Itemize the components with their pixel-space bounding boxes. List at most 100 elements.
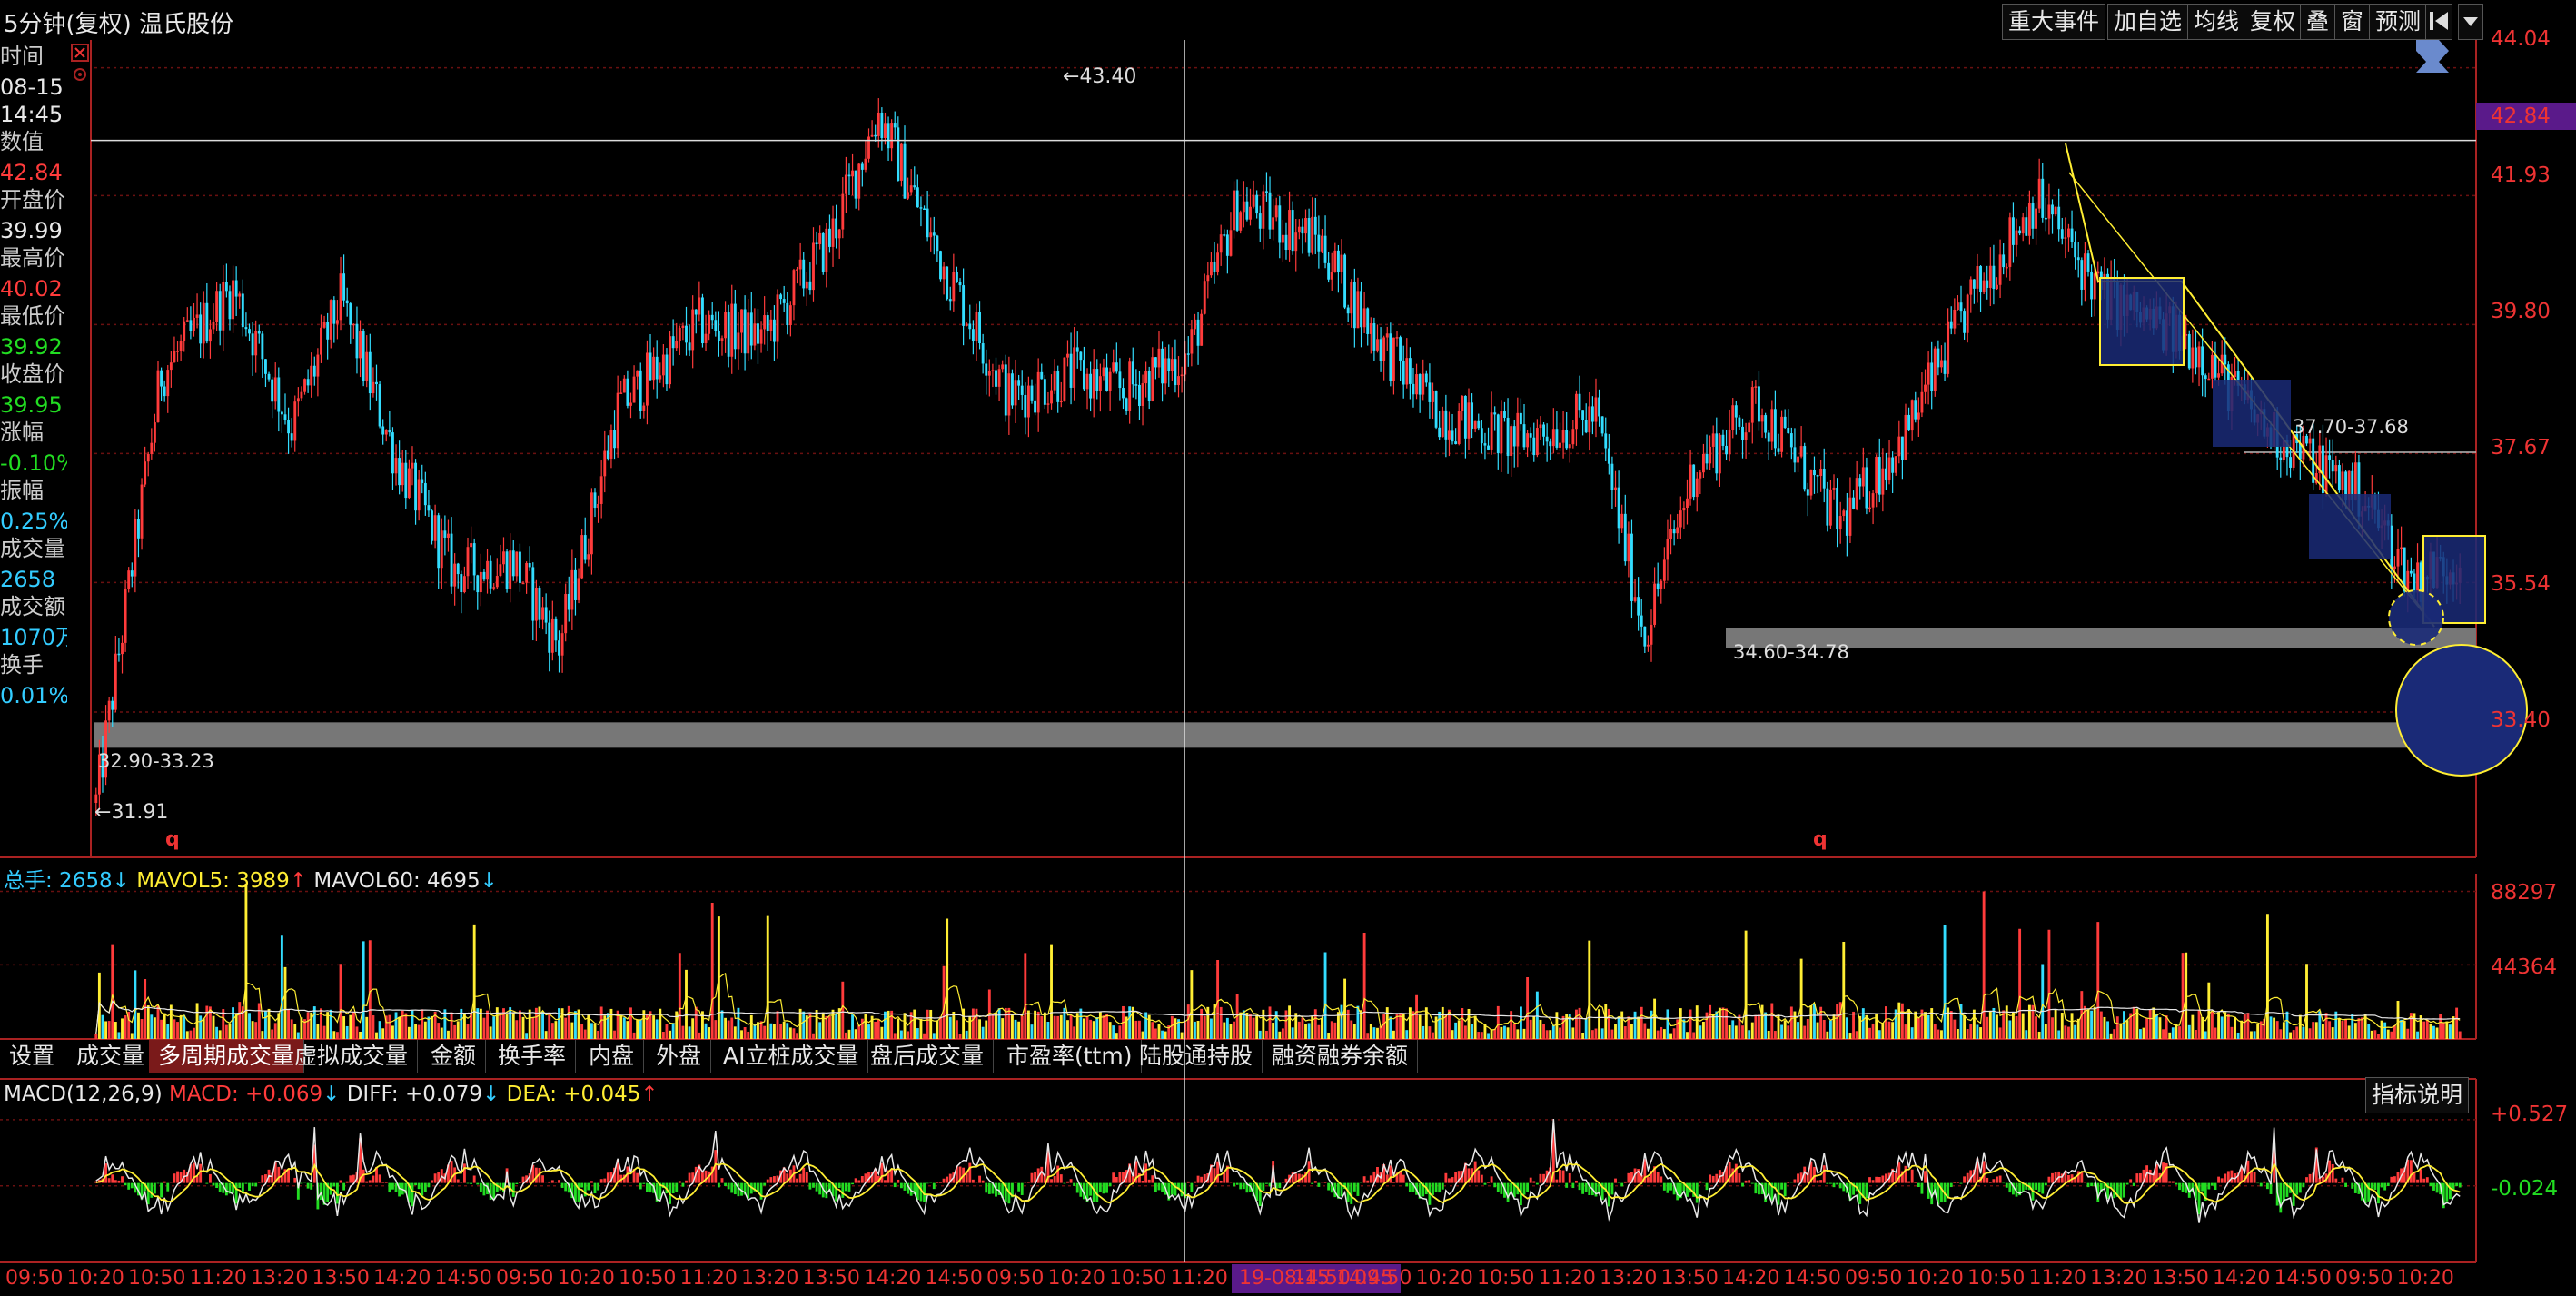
candle-body	[244, 327, 248, 330]
indicator-tab[interactable]: 市盈率(ttm)	[997, 1040, 1143, 1073]
candle-body	[1510, 426, 1513, 457]
candle-body	[574, 569, 577, 600]
candle-body	[1998, 254, 2002, 285]
candle-body	[786, 302, 789, 326]
candle-body	[694, 309, 698, 315]
macd-value: MACD: +0.069	[169, 1083, 323, 1106]
candle-body	[1304, 218, 1307, 234]
candle-body	[2012, 217, 2015, 245]
candle-body	[1402, 361, 1405, 385]
indicator-help-button[interactable]: 指标说明	[2365, 1077, 2470, 1113]
candle-body	[232, 280, 234, 320]
candle-body	[1134, 384, 1138, 386]
candle-body	[1861, 467, 1865, 487]
candle-body	[1265, 191, 1268, 193]
candle-body	[1598, 397, 1601, 417]
candle-body	[1278, 205, 1282, 243]
candle-body	[645, 352, 649, 406]
candle-body	[1559, 442, 1561, 448]
candle-body	[1522, 424, 1526, 448]
candle-body	[1529, 433, 1532, 438]
indicator-tab[interactable]: 虚拟成交量	[285, 1040, 419, 1073]
candle-body	[234, 280, 238, 297]
candle-body	[339, 273, 342, 321]
candle-body	[1750, 387, 1754, 423]
macd-tick: -0.024	[2491, 1177, 2559, 1201]
indicator-tab[interactable]: 金额	[421, 1040, 487, 1073]
candle-body	[1317, 234, 1321, 252]
candle-body	[1128, 361, 1132, 411]
candle-body	[929, 232, 933, 238]
candle-body	[2185, 334, 2188, 336]
candle-body	[303, 379, 306, 392]
candle-body	[2008, 217, 2012, 267]
candle-body	[146, 453, 150, 462]
indicator-tab[interactable]: AI立桩成交量	[714, 1040, 869, 1073]
indicator-tab[interactable]: 成交量	[67, 1040, 155, 1073]
pattern-box-2	[2213, 380, 2291, 447]
candle-body	[1444, 410, 1448, 440]
candle-body	[355, 323, 359, 359]
mavol5: MAVOL5: 3989	[136, 869, 290, 893]
candle-body	[629, 402, 632, 406]
event-marker-1[interactable]: q	[165, 828, 180, 851]
candle-body	[975, 312, 978, 341]
candle-body	[1471, 402, 1474, 429]
candle-body	[1258, 213, 1262, 229]
event-marker-2[interactable]: q	[1813, 828, 1828, 851]
candle-body	[1937, 348, 1940, 368]
indicator-tab[interactable]: 换手率	[489, 1040, 577, 1073]
candle-body	[398, 458, 401, 486]
candle-body	[2031, 203, 2035, 229]
candle-body	[792, 270, 796, 306]
candle-body	[1783, 416, 1787, 428]
indicator-tab[interactable]: 融资融券余额	[1263, 1040, 1419, 1073]
candle-body	[884, 123, 887, 138]
candle-body	[1125, 398, 1128, 411]
candle-body	[1026, 385, 1030, 418]
candle-body	[1415, 374, 1418, 395]
indicator-tab[interactable]: 设置	[0, 1040, 65, 1073]
candle-body	[907, 192, 910, 199]
price-tick: 39.80	[2491, 300, 2551, 323]
indicator-tab[interactable]: 内盘	[580, 1040, 645, 1073]
candle-body	[946, 266, 949, 300]
candle-body	[1819, 468, 1823, 477]
indicator-tab[interactable]: 陆股通持股	[1130, 1040, 1263, 1073]
candle-body	[1379, 339, 1382, 361]
candle-body	[2214, 354, 2217, 378]
candle-body	[1900, 436, 1904, 460]
candle-body	[1219, 234, 1223, 253]
candle-body	[150, 442, 154, 454]
indicator-tab[interactable]: 多周期成交量	[149, 1040, 305, 1073]
candle-body	[173, 351, 176, 363]
candle-body	[1852, 497, 1855, 509]
candle-body	[329, 300, 332, 340]
candle-body	[913, 185, 916, 188]
candle-body	[1927, 362, 1930, 385]
candle-body	[257, 331, 261, 334]
price-tick: 44.04	[2491, 27, 2551, 51]
candle-body	[1949, 321, 1953, 329]
candle-body	[495, 576, 499, 588]
candle-body	[202, 302, 205, 344]
candle-body	[1754, 386, 1758, 388]
candle-body	[1321, 235, 1323, 252]
candle-body	[1307, 218, 1311, 253]
indicator-tab[interactable]: 盘后成交量	[861, 1040, 995, 1073]
candle-body	[300, 391, 303, 399]
candle-body	[1701, 453, 1705, 473]
candle-body	[1500, 411, 1503, 454]
candle-body	[1715, 433, 1719, 474]
candle-body	[724, 311, 728, 339]
candle-body	[541, 607, 544, 620]
candle-body	[423, 483, 427, 506]
candle-body	[1891, 457, 1895, 473]
candle-body	[2037, 178, 2041, 209]
candle-body	[1343, 254, 1347, 308]
candle-body	[1213, 262, 1216, 272]
candle-body	[241, 293, 244, 328]
indicator-tab[interactable]: 外盘	[647, 1040, 712, 1073]
candle-body	[991, 370, 995, 371]
candle-body	[352, 323, 355, 326]
